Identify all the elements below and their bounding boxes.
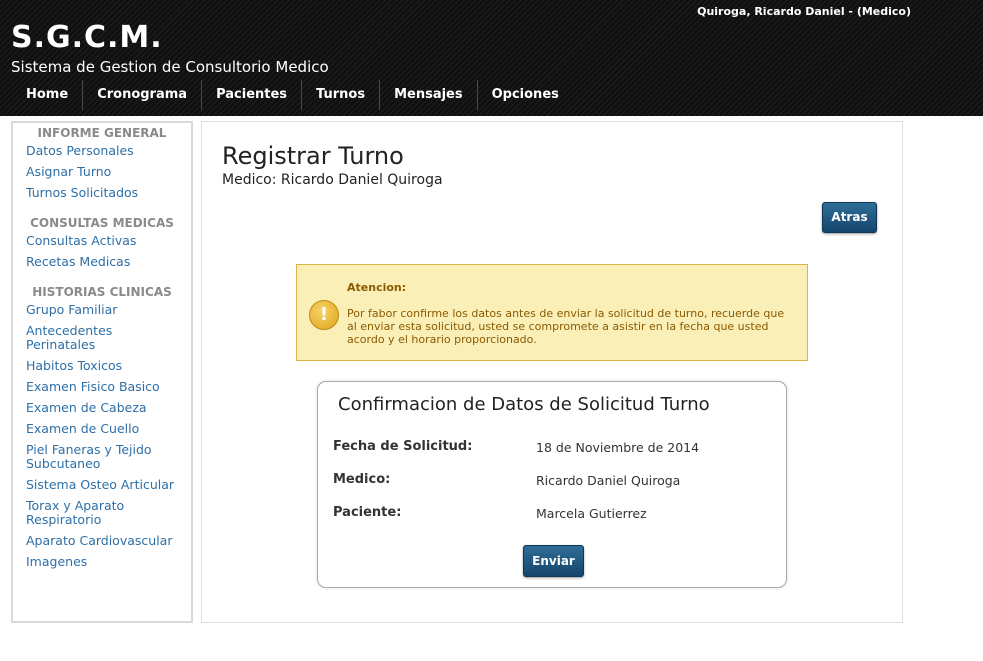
medico-value: Ricardo Daniel Quiroga xyxy=(536,473,681,488)
current-user: Quiroga, Ricardo Daniel - (Medico) xyxy=(697,5,911,18)
sidebar-link-sistema-osteo-articular[interactable]: Sistema Osteo Articular xyxy=(13,478,191,492)
sidebar-link-asignar-turno[interactable]: Asignar Turno xyxy=(13,165,191,179)
sidebar-link-recetas-medicas[interactable]: Recetas Medicas xyxy=(13,255,191,269)
nav-mensajes[interactable]: Mensajes xyxy=(380,80,478,110)
sidebar-heading: HISTORIAS CLINICAS xyxy=(32,285,172,299)
sidebar-link-imagenes[interactable]: Imagenes xyxy=(13,555,191,569)
app-logo: S.G.C.M. xyxy=(11,20,163,55)
sidebar-section-historias-clinicas: HISTORIAS CLINICAS Grupo Familiar Antece… xyxy=(13,285,191,569)
fecha-value: 18 de Noviembre de 2014 xyxy=(536,440,700,455)
sidebar-link-habitos-toxicos[interactable]: Habitos Toxicos xyxy=(13,359,191,373)
app-header: Quiroga, Ricardo Daniel - (Medico) S.G.C… xyxy=(0,0,983,116)
confirmation-panel: Confirmacion de Datos de Solicitud Turno… xyxy=(317,381,787,588)
warning-alert: ! Atencion: Por fabor confirme los datos… xyxy=(296,264,808,361)
paciente-label: Paciente: xyxy=(333,505,402,520)
sidebar: INFORME GENERAL Datos Personales Asignar… xyxy=(11,121,193,623)
send-button[interactable]: Enviar xyxy=(523,545,584,577)
alert-message: Por fabor confirme los datos antes de en… xyxy=(347,307,785,346)
sidebar-link-examen-fisico-basico[interactable]: Examen Fisico Basico xyxy=(13,380,191,394)
sidebar-link-aparato-cardiovascular[interactable]: Aparato Cardiovascular xyxy=(13,534,191,548)
main-content: Registrar Turno Medico: Ricardo Daniel Q… xyxy=(201,121,903,623)
sidebar-link-turnos-solicitados[interactable]: Turnos Solicitados xyxy=(13,186,191,200)
fecha-label: Fecha de Solicitud: xyxy=(333,439,473,454)
app-subtitle: Sistema de Gestion de Consultorio Medico xyxy=(11,58,329,76)
page-title: Registrar Turno xyxy=(222,142,404,170)
sidebar-section-informe-general: INFORME GENERAL Datos Personales Asignar… xyxy=(13,126,191,200)
nav-pacientes[interactable]: Pacientes xyxy=(202,80,303,110)
nav-home[interactable]: Home xyxy=(12,80,84,110)
sidebar-heading: CONSULTAS MEDICAS xyxy=(30,216,174,230)
sidebar-link-datos-personales[interactable]: Datos Personales xyxy=(13,144,191,158)
sidebar-link-piel-faneras[interactable]: Piel Faneras y Tejido Subcutaneo xyxy=(13,443,191,471)
warning-icon: ! xyxy=(309,300,339,330)
nav-turnos[interactable]: Turnos xyxy=(302,80,381,110)
main-nav: Home Cronograma Pacientes Turnos Mensaje… xyxy=(12,80,573,110)
sidebar-link-examen-de-cabeza[interactable]: Examen de Cabeza xyxy=(13,401,191,415)
page-subtitle: Medico: Ricardo Daniel Quiroga xyxy=(222,172,443,188)
nav-opciones[interactable]: Opciones xyxy=(478,80,573,110)
sidebar-link-examen-de-cuello[interactable]: Examen de Cuello xyxy=(13,422,191,436)
confirmation-title: Confirmacion de Datos de Solicitud Turno xyxy=(338,394,710,415)
nav-cronograma[interactable]: Cronograma xyxy=(83,80,203,110)
paciente-value: Marcela Gutierrez xyxy=(536,506,647,521)
medico-label: Medico: xyxy=(333,472,391,487)
sidebar-link-consultas-activas[interactable]: Consultas Activas xyxy=(13,234,191,248)
sidebar-section-consultas-medicas: CONSULTAS MEDICAS Consultas Activas Rece… xyxy=(13,216,191,269)
sidebar-link-grupo-familiar[interactable]: Grupo Familiar xyxy=(13,303,191,317)
alert-title: Atencion: xyxy=(347,281,407,294)
back-button[interactable]: Atras xyxy=(822,202,877,233)
sidebar-link-antecedentes-perinatales[interactable]: Antecedentes Perinatales xyxy=(13,324,191,352)
sidebar-heading: INFORME GENERAL xyxy=(37,126,167,140)
sidebar-link-torax-aparato-respiratorio[interactable]: Torax y Aparato Respiratorio xyxy=(13,499,191,527)
